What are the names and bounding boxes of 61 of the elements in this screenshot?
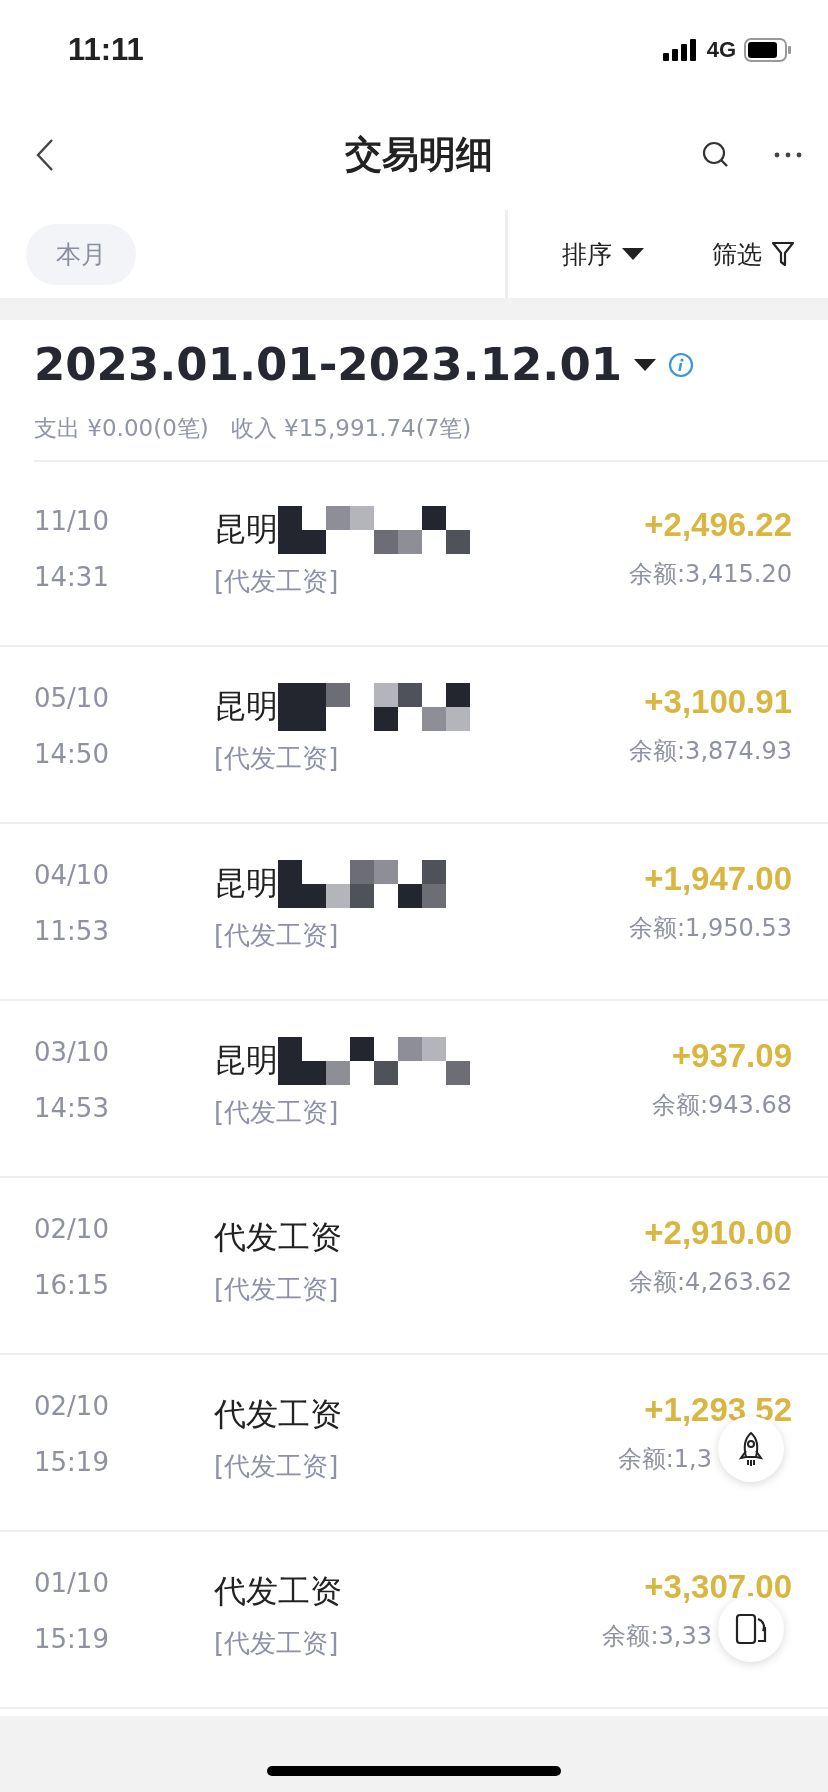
status-time: 11:11: [68, 32, 144, 68]
balance-text: 余额:3,415.20: [629, 559, 792, 590]
transaction-category: [代发工资]: [214, 565, 340, 598]
back-icon[interactable]: [36, 138, 54, 172]
date-range[interactable]: 2023.01.01-2023.12.01: [34, 338, 623, 391]
caret-icon[interactable]: [634, 358, 657, 371]
transaction-amount: +1,947.00: [644, 860, 792, 898]
info-icon[interactable]: [668, 351, 695, 378]
transaction-amount: +2,910.00: [644, 1214, 792, 1252]
caret-icon: [622, 248, 644, 260]
more-icon[interactable]: [774, 152, 802, 158]
transaction-time: 14:50: [34, 739, 110, 769]
balance-text: 余额:3,874.93: [629, 736, 792, 767]
transaction-category: [代发工资]: [214, 1627, 340, 1660]
transaction-date: 02/10: [34, 1214, 110, 1244]
transaction-date: 01/10: [34, 1568, 110, 1598]
transaction-time: 11:53: [34, 916, 110, 946]
transaction-amount: +3,100.91: [644, 683, 792, 721]
balance-text: 余额:943.68: [651, 1090, 792, 1121]
payer-name: 昆明: [214, 686, 278, 727]
transaction-time: 16:15: [34, 1270, 110, 1300]
payer-name: 昆明: [214, 863, 278, 904]
balance-text: 余额:1,950.53: [629, 913, 792, 944]
transaction-category: [代发工资]: [214, 1450, 340, 1483]
transaction-amount: +2,496.22: [644, 506, 792, 544]
payer-name: 昆明: [214, 1040, 278, 1081]
transaction-date: 11/10: [34, 506, 110, 536]
transaction-time: 15:19: [34, 1624, 110, 1654]
transaction-category: [代发工资]: [214, 919, 340, 952]
payer-name: 代发工资: [214, 1571, 342, 1612]
filter-icon: [772, 241, 794, 267]
transaction-category: [代发工资]: [214, 742, 340, 775]
transaction-amount: +937.09: [671, 1037, 792, 1075]
filter-button[interactable]: 筛选: [712, 237, 794, 271]
phone-switch-icon: [734, 1613, 768, 1645]
transaction-amount: +1,293.52: [644, 1391, 792, 1429]
transaction-category: [代发工资]: [214, 1273, 340, 1306]
transaction-category: [代发工资]: [214, 1096, 340, 1129]
battery-icon: [744, 38, 792, 62]
signal-icon: [662, 39, 699, 61]
balance-text: 余额:4,263.62: [629, 1267, 792, 1298]
transaction-date: 03/10: [34, 1037, 110, 1067]
page-title: 交易明细: [345, 132, 493, 178]
transaction-date: 04/10: [34, 860, 110, 890]
transaction-date: 05/10: [34, 683, 110, 713]
income-total: 收入 ¥15,991.74(7笔): [230, 414, 472, 443]
transaction-time: 14:31: [34, 562, 110, 592]
expense-total: 支出 ¥0.00(0笔): [34, 414, 209, 443]
transaction-time: 15:19: [34, 1447, 110, 1477]
transaction-date: 02/10: [34, 1391, 110, 1421]
payer-name: 代发工资: [214, 1394, 342, 1435]
payer-name: 代发工资: [214, 1217, 342, 1258]
network-label: 4G: [706, 37, 736, 63]
rocket-icon: [736, 1431, 766, 1467]
payer-name: 昆明: [214, 509, 278, 550]
transaction-time: 14:53: [34, 1093, 110, 1123]
balance-text: 余额:1,3: [617, 1444, 712, 1475]
search-icon[interactable]: [702, 141, 730, 169]
transaction-amount: +3,307.00: [644, 1568, 792, 1606]
sort-button[interactable]: 排序: [562, 237, 644, 271]
balance-text: 余额:3,33: [602, 1621, 712, 1652]
